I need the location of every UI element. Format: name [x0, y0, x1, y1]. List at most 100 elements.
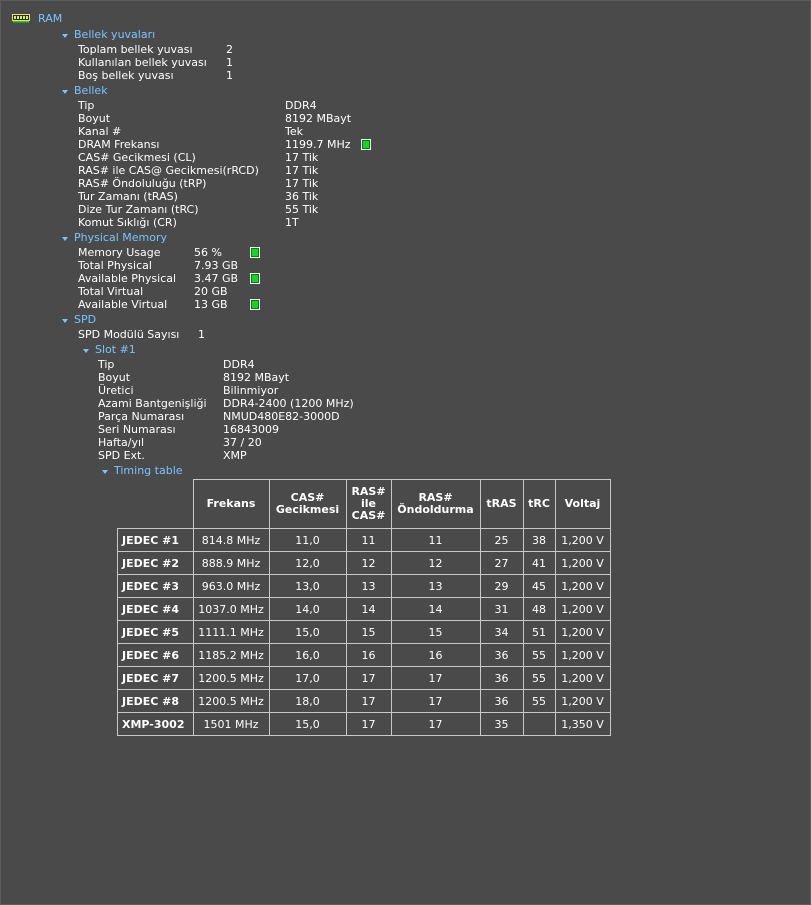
available-virtual-indicator-icon: [250, 299, 260, 310]
timing-cell: 12: [390, 551, 481, 575]
row-value: 7.93 GB: [194, 259, 239, 272]
row-label: Total Virtual: [78, 285, 144, 298]
row-label: Available Physical: [78, 272, 177, 285]
timing-cell: 1,200 V: [554, 551, 611, 575]
timing-row-name: XMP-3002: [117, 712, 194, 736]
timing-row-name: JEDEC #7: [117, 666, 194, 690]
timing-cell: 55: [522, 689, 556, 713]
timing-header-text: Öndoldurma: [397, 503, 474, 516]
row-label: Seri Numarası: [98, 423, 176, 436]
timing-cell: 55: [522, 643, 556, 667]
timing-table-corner: [117, 479, 194, 529]
timing-cell: 13: [390, 574, 481, 598]
row-label: RAS# ile CAS@ Gecikmesi(rRCD): [78, 164, 259, 177]
row-value: 37 / 20: [223, 436, 262, 449]
row-label: Parça Numarası: [98, 410, 185, 423]
section-timing-table[interactable]: Timing table: [114, 464, 183, 477]
row-label: Toplam bellek yuvası: [78, 43, 193, 56]
row-label: Tip: [78, 99, 95, 112]
row-value: 17 Tik: [285, 164, 319, 177]
timing-header-text: tRC: [528, 497, 550, 510]
row-label: Memory Usage: [78, 246, 161, 259]
row-value: 2: [226, 43, 233, 56]
timing-cell: 14: [390, 597, 481, 621]
timing-cell: 31: [479, 597, 524, 621]
expand-arrow-icon[interactable]: [62, 237, 68, 241]
row-value: 17 Tik: [285, 177, 319, 190]
timing-cell: 1,200 V: [554, 666, 611, 690]
section-spd[interactable]: SPD: [74, 313, 96, 326]
section-slot-1[interactable]: Slot #1: [95, 343, 136, 356]
table-row: JEDEC #2 888.9 MHz 12,0 12 12 27 41 1,200 V: [117, 551, 611, 575]
expand-arrow-icon[interactable]: [62, 90, 68, 94]
timing-row-name: JEDEC #3: [117, 574, 194, 598]
row-value: 55 Tik: [285, 203, 319, 216]
timing-row-name: JEDEC #5: [117, 620, 194, 644]
row-value: 3.47 GB: [194, 272, 239, 285]
timing-row-name: JEDEC #4: [117, 597, 194, 621]
expand-arrow-icon[interactable]: [83, 349, 89, 353]
timing-cell: 1,200 V: [554, 528, 611, 552]
timing-cell: 48: [522, 597, 556, 621]
spd-module-count-value: 1: [198, 328, 205, 341]
table-row: JEDEC #8 1200.5 MHz 18,0 17 17 36 55 1,200 V: [117, 689, 611, 713]
table-row: JEDEC #1 814.8 MHz 11,0 11 11 25 38 1,200 V: [117, 528, 611, 552]
timing-cell: 17: [390, 689, 481, 713]
timing-cell: 1,200 V: [554, 643, 611, 667]
row-label: RAS# Öndoluluğu (tRP): [78, 177, 207, 190]
timing-cell: 17: [390, 712, 481, 736]
row-value: 16843009: [223, 423, 279, 436]
row-value: 1199.7 MHz: [285, 138, 351, 151]
timing-cell: 29: [479, 574, 524, 598]
spd-module-count-label: SPD Modülü Sayısı: [78, 328, 180, 341]
timing-header-cell: Frekans: [192, 479, 270, 529]
timing-cell: 16: [390, 643, 481, 667]
row-label: Dize Tur Zamanı (tRC): [78, 203, 199, 216]
timing-header-cell: Voltaj: [554, 479, 611, 529]
timing-cell: 13: [345, 574, 392, 598]
available-physical-indicator-icon: [250, 273, 260, 284]
timing-cell: [522, 712, 556, 736]
timing-cell: 1111.1 MHz: [192, 620, 270, 644]
expand-arrow-icon[interactable]: [62, 34, 68, 38]
timing-cell: 55: [522, 666, 556, 690]
timing-row-name: JEDEC #1: [117, 528, 194, 552]
timing-cell: 12: [345, 551, 392, 575]
timing-cell: 17: [345, 666, 392, 690]
timing-cell: 15: [345, 620, 392, 644]
section-memory-slots[interactable]: Bellek yuvaları: [74, 28, 155, 41]
row-value: Tek: [285, 125, 303, 138]
timing-cell: 27: [479, 551, 524, 575]
row-value: 13 GB: [194, 298, 228, 311]
timing-cell: 16: [345, 643, 392, 667]
row-value: 20 GB: [194, 285, 228, 298]
timing-row-name: JEDEC #2: [117, 551, 194, 575]
timing-cell: 41: [522, 551, 556, 575]
expand-arrow-icon[interactable]: [62, 319, 68, 323]
row-label: Kanal #: [78, 125, 122, 138]
timing-cell: 1037.0 MHz: [192, 597, 270, 621]
section-physical-memory[interactable]: Physical Memory: [74, 231, 167, 244]
timing-cell: 1200.5 MHz: [192, 689, 270, 713]
ram-icon: [12, 14, 30, 23]
row-label: Azami Bantgenişliği: [98, 397, 207, 410]
table-row: JEDEC #7 1200.5 MHz 17,0 17 17 36 55 1,200 V: [117, 666, 611, 690]
timing-cell: 16,0: [268, 643, 347, 667]
row-label: Tip: [98, 358, 115, 371]
timing-header-cell: tRC: [522, 479, 556, 529]
timing-cell: 17: [345, 689, 392, 713]
expand-arrow-icon[interactable]: [102, 470, 108, 474]
tree-root-ram[interactable]: RAM: [38, 12, 62, 25]
timing-cell: 11,0: [268, 528, 347, 552]
timing-cell: 11: [345, 528, 392, 552]
row-value: NMUD480E82-3000D: [223, 410, 340, 423]
row-label: Boş bellek yuvası: [78, 69, 174, 82]
timing-header-cell: CAS# Gecikmesi: [268, 479, 347, 529]
section-memory[interactable]: Bellek: [74, 84, 108, 97]
timing-cell: 15,0: [268, 712, 347, 736]
memory-usage-indicator-icon: [250, 247, 260, 258]
row-value: XMP: [223, 449, 247, 462]
timing-cell: 11: [390, 528, 481, 552]
timing-cell: 17: [345, 712, 392, 736]
row-label: CAS# Gecikmesi (CL): [78, 151, 196, 164]
